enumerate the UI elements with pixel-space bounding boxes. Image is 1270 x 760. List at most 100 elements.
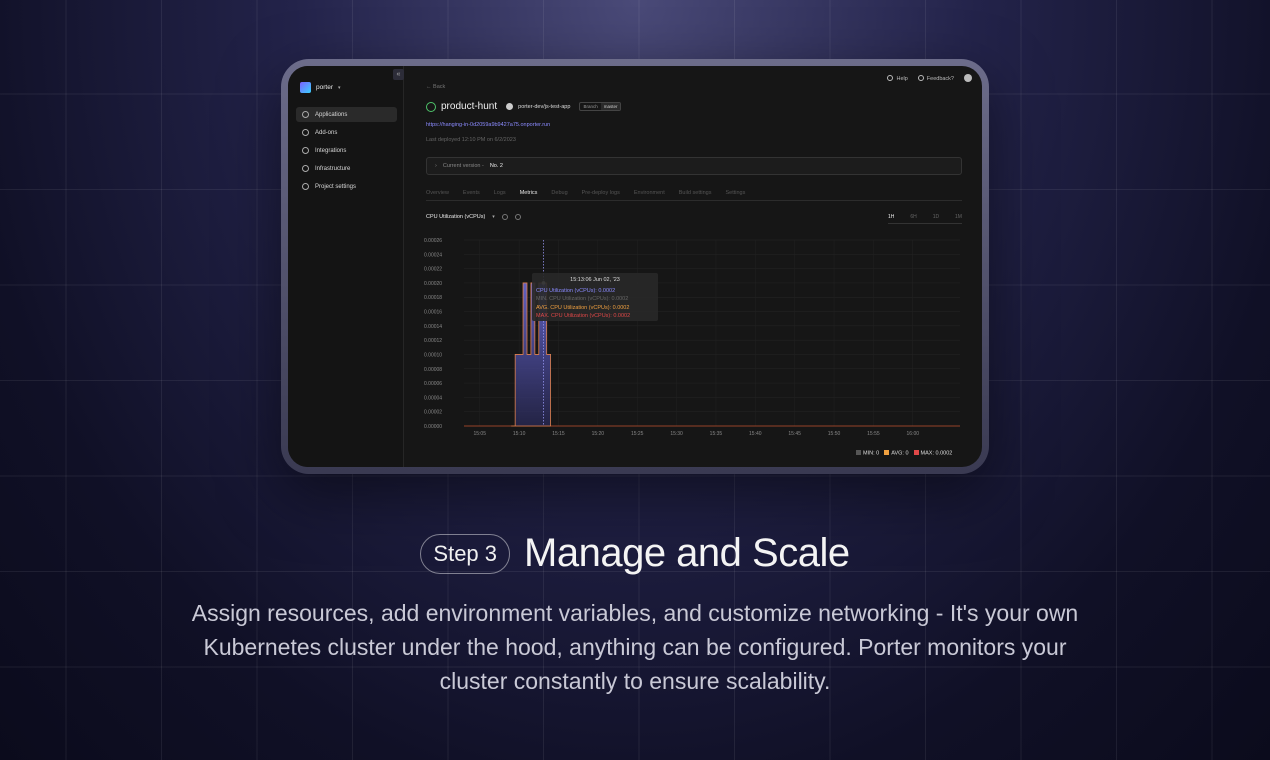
version-value: No. 2: [489, 163, 503, 169]
x-tick-label: 15:45: [788, 431, 801, 437]
sidebar-item-applications[interactable]: Applications: [296, 107, 397, 122]
refresh-icon[interactable]: [514, 214, 521, 220]
addons-icon: [302, 129, 309, 136]
x-tick-label: 15:20: [592, 431, 605, 437]
app-header: product-hunt porter-dev/js-test-app Bran…: [426, 101, 622, 112]
legend-min: MIN: 0: [856, 450, 879, 457]
x-tick-label: 15:40: [749, 431, 762, 437]
cpu-chart[interactable]: 0.00026 0.00024 0.00022 0.00020 0.00018 0.000…: [422, 236, 967, 446]
sidebar-item-infrastructure[interactable]: Infrastructure: [296, 161, 397, 176]
tab-pre-deploy-logs[interactable]: Pre-deploy logs: [582, 190, 620, 196]
tooltip-avg: AVG. CPU Utilization (vCPUs): 0.0002: [536, 304, 630, 311]
version-selector[interactable]: › Current version - No. 2: [426, 157, 962, 175]
x-tick-label: 15:30: [670, 431, 683, 437]
tab-logs[interactable]: Logs: [494, 190, 506, 196]
sidebar-item-label: Infrastructure: [315, 165, 351, 172]
app-url-link[interactable]: https://hanging-in-0d2059a9b9427a75.onpo…: [426, 122, 550, 128]
tab-overview[interactable]: Overview: [426, 190, 449, 196]
feedback-link[interactable]: Feedback?: [917, 74, 954, 82]
tab-settings[interactable]: Settings: [725, 190, 745, 196]
chevron-down-icon: ▾: [337, 84, 341, 91]
legend-min-swatch: [856, 450, 861, 455]
tab-debug[interactable]: Debug: [551, 190, 567, 196]
nodejs-icon: [426, 101, 436, 112]
gear-icon[interactable]: [501, 214, 508, 220]
x-tick-label: 15:55: [867, 431, 880, 437]
settings-icon: [302, 183, 309, 190]
project-switcher[interactable]: porter ▾: [288, 82, 403, 93]
back-link[interactable]: ← Back: [426, 84, 445, 90]
branch-label: Branch: [583, 104, 598, 109]
y-tick-label: 0.00002: [424, 410, 442, 416]
avatar[interactable]: [964, 74, 972, 82]
globe-icon: [302, 111, 309, 118]
range-6h[interactable]: 6H: [910, 214, 916, 220]
collapse-sidebar-button[interactable]: «: [393, 69, 404, 80]
range-1d[interactable]: 1D: [933, 214, 939, 220]
legend-max-swatch: [913, 450, 919, 455]
project-name: porter: [316, 84, 333, 91]
sidebar-item-label: Applications: [315, 111, 348, 118]
x-tick-label: 15:10: [513, 431, 526, 437]
github-icon: [506, 103, 514, 110]
last-deployed-text: Last deployed 12:10 PM on 6/2/2023: [426, 137, 516, 143]
tooltip-time: 15:13:06 Jun 02, '23: [570, 277, 620, 283]
tooltip-min: MIN. CPU Utilization (vCPUs): 0.0002: [536, 296, 629, 302]
y-tick-label: 0.00024: [424, 252, 442, 258]
tooltip-cpu: CPU Utilization (vCPUs): 0.0002: [536, 287, 616, 294]
y-tick-label: 0.00020: [424, 281, 442, 287]
range-1h[interactable]: 1H: [888, 214, 894, 220]
x-tick-label: 15:25: [631, 431, 644, 437]
sidebar-item-label: Integrations: [315, 147, 347, 154]
help-icon: [887, 74, 894, 81]
version-label: Current version -: [442, 163, 484, 169]
y-tick-label: 0.00022: [424, 267, 442, 273]
description: Assign resources, add environment variab…: [191, 600, 1079, 694]
y-tick-label: 0.00010: [424, 352, 442, 358]
tab-environment[interactable]: Environment: [634, 190, 665, 196]
legend-avg: AVG: 0: [884, 450, 909, 457]
metric-dropdown[interactable]: CPU Utilization (vCPUs): [426, 214, 485, 220]
y-tick-label: 0.00008: [424, 367, 442, 373]
x-tick-label: 15:05: [473, 431, 486, 437]
step-badge: Step 3: [420, 533, 511, 574]
y-tick-label: 0.00012: [424, 338, 442, 344]
legend-max: MAX: 0.0002: [913, 450, 952, 457]
legend-avg-swatch: [884, 450, 890, 455]
tab-build-settings[interactable]: Build settings: [679, 190, 712, 196]
y-tick-label: 0.00006: [424, 381, 442, 387]
app-screen: « porter ▾ Applications Add-ons Integrat…: [288, 66, 982, 467]
tab-bar: Overview Events Logs Metrics Debug Pre-d…: [426, 190, 962, 201]
chevron-right-icon: ›: [435, 163, 437, 169]
page-title: product-hunt: [441, 101, 498, 112]
sidebar-item-project-settings[interactable]: Project settings: [296, 179, 397, 194]
sidebar-item-label: Project settings: [315, 183, 357, 190]
range-1m[interactable]: 1M: [955, 214, 962, 220]
x-tick-label: 15:50: [828, 431, 841, 437]
device-frame: « porter ▾ Applications Add-ons Integrat…: [281, 59, 989, 474]
sidebar-item-integrations[interactable]: Integrations: [296, 143, 397, 158]
x-tick-label: 16:00: [907, 431, 920, 437]
sidebar-item-add-ons[interactable]: Add-ons: [296, 125, 397, 140]
chevron-down-icon[interactable]: ▾: [492, 214, 495, 220]
tab-metrics[interactable]: Metrics: [520, 190, 538, 196]
sidebar: « porter ▾ Applications Add-ons Integrat…: [288, 66, 404, 467]
time-range-tabs: 1H 6H 1D 1M: [888, 214, 962, 224]
step-heading: Step 3 Manage and Scale: [0, 531, 1270, 576]
help-link[interactable]: Help: [887, 74, 908, 82]
porter-logo-icon: [300, 82, 311, 93]
chart-legend: MIN: 0 AVG: 0 MAX: 0.0002: [856, 450, 952, 457]
headline: Manage and Scale: [524, 531, 850, 575]
y-tick-label: 0.00016: [424, 310, 442, 316]
y-tick-label: 0.00018: [424, 295, 442, 301]
megaphone-icon: [917, 74, 924, 81]
database-icon: [302, 165, 309, 172]
tab-events[interactable]: Events: [463, 190, 480, 196]
x-tick-label: 15:15: [552, 431, 565, 437]
sidebar-item-label: Add-ons: [315, 129, 338, 136]
tooltip-max: MAX. CPU Utilization (vCPUs): 0.0002: [536, 313, 631, 319]
branch-tag: Branch master: [579, 102, 622, 111]
y-tick-label: 0.00026: [424, 238, 442, 244]
main-content: Help Feedback? ← Back product-hunt porte…: [404, 66, 982, 467]
repo-link[interactable]: porter-dev/js-test-app: [518, 104, 570, 110]
